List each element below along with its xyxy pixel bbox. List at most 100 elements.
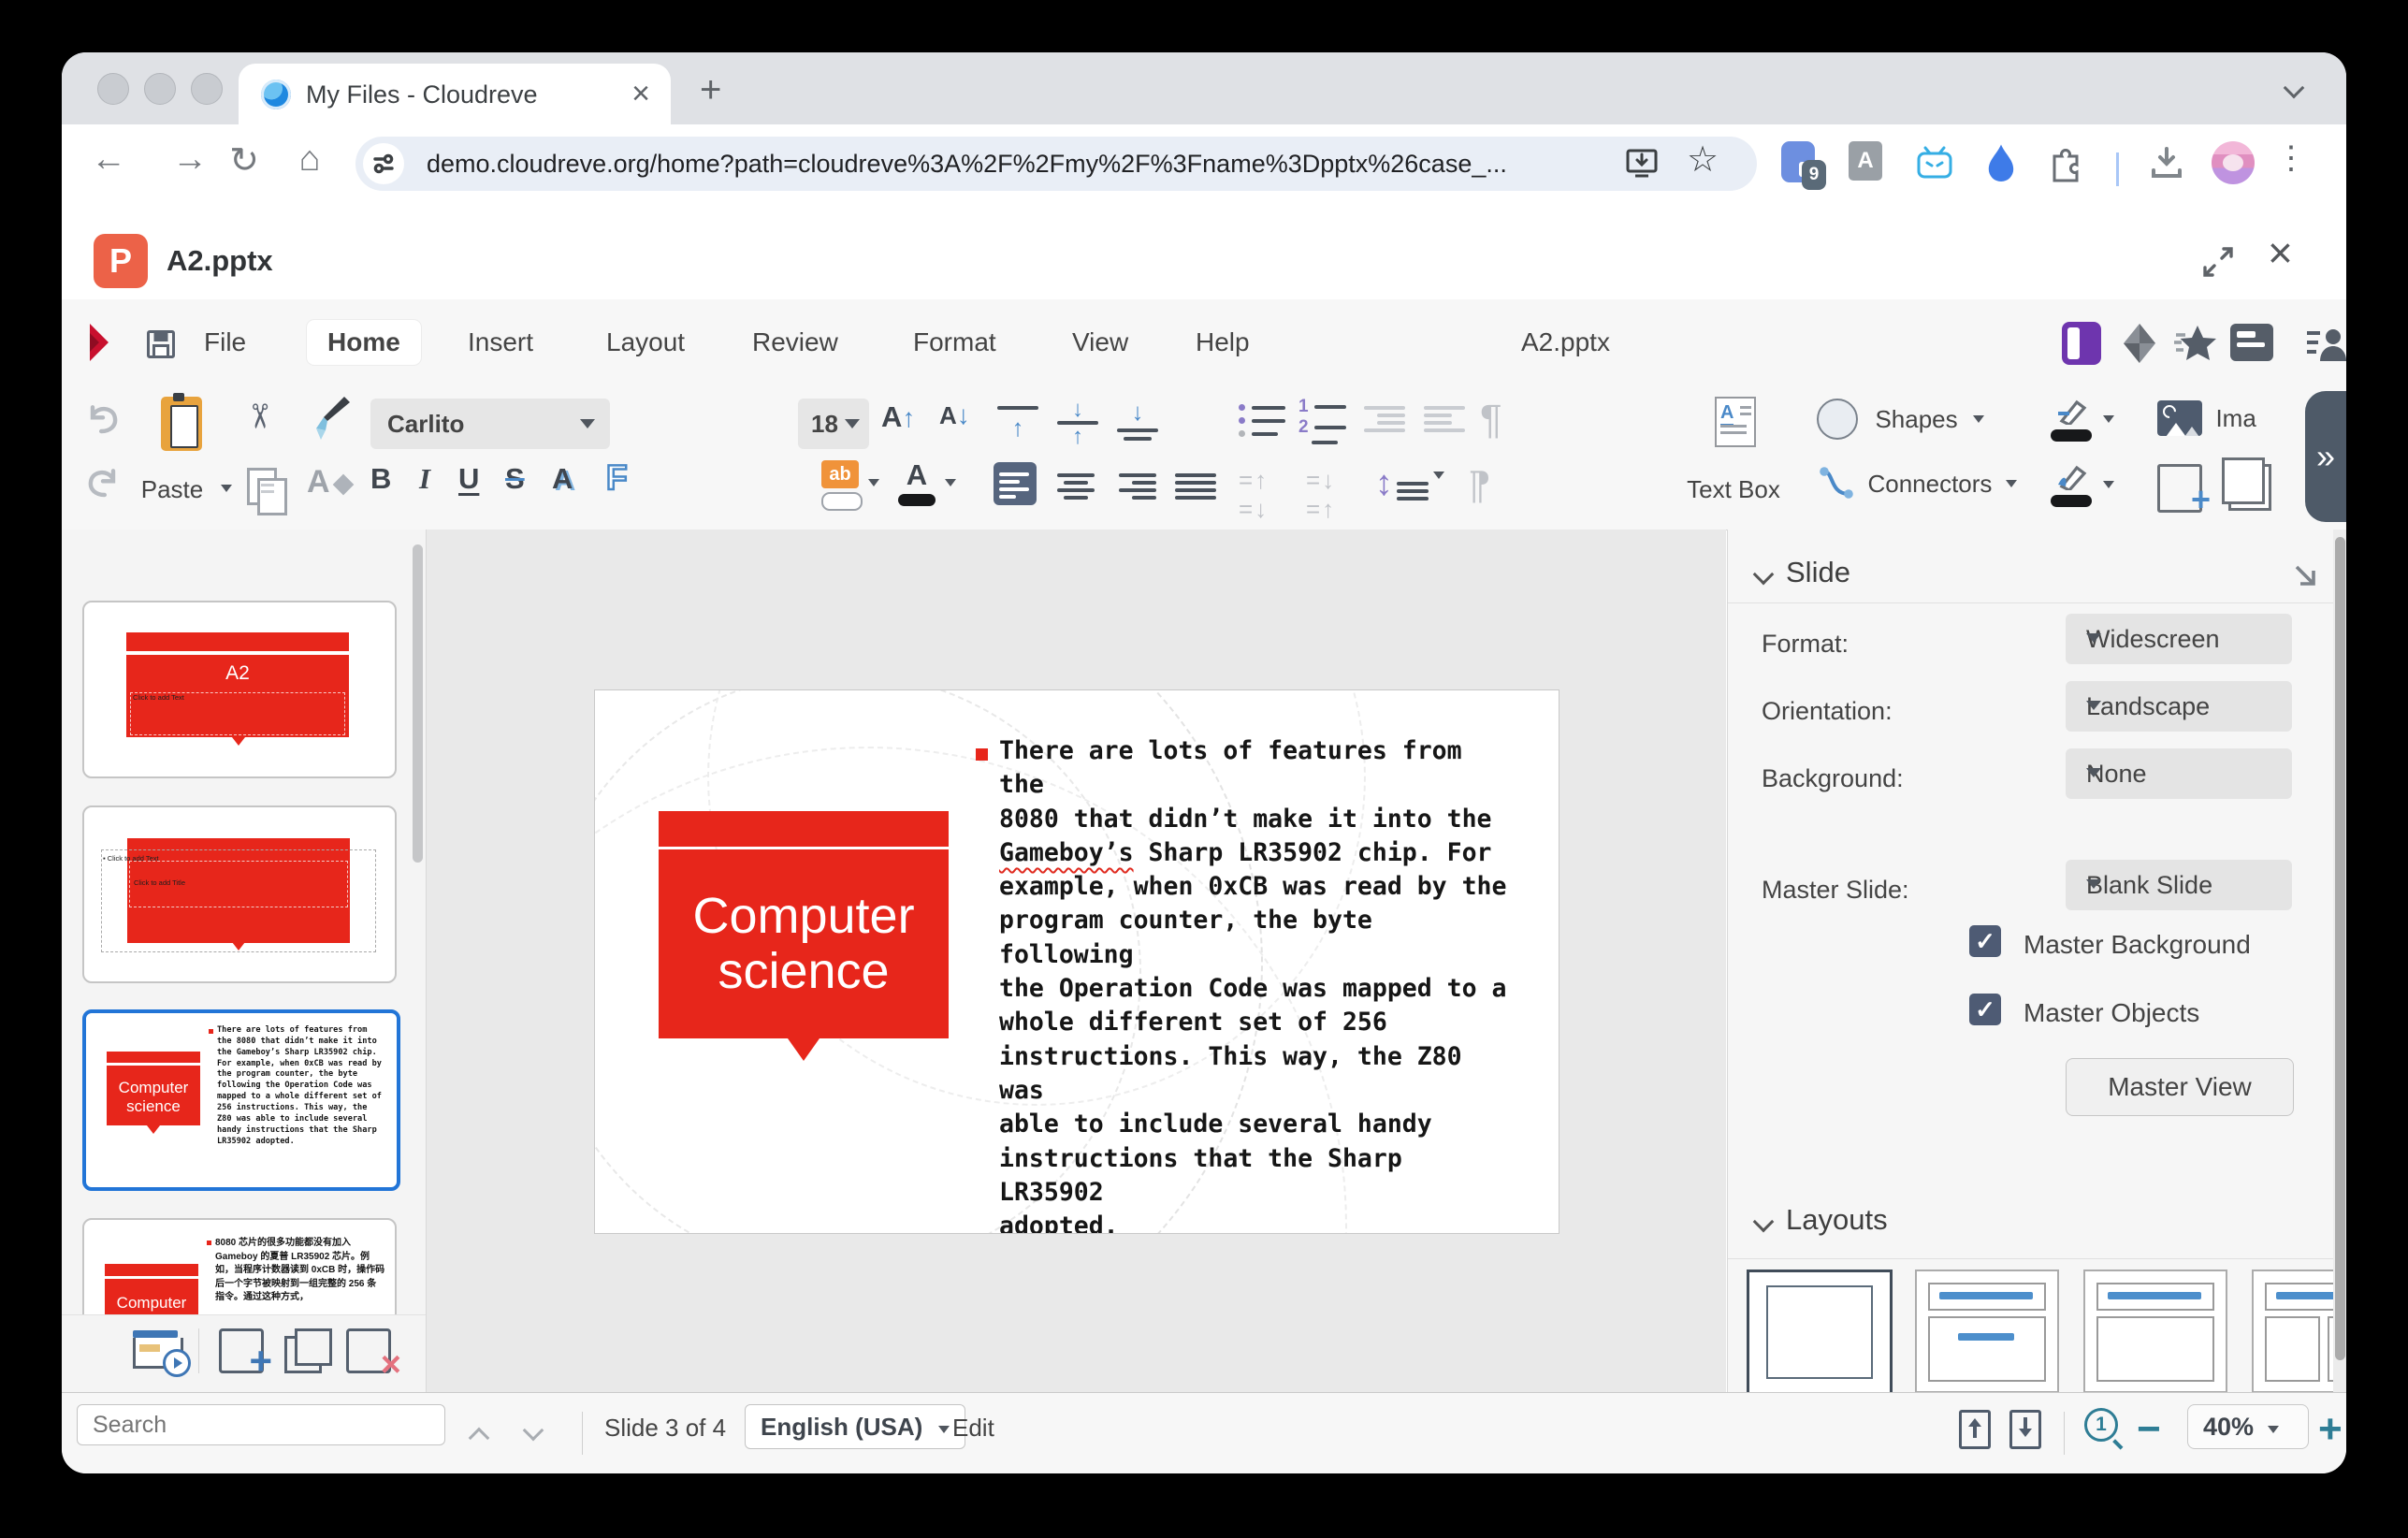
search-input[interactable] xyxy=(77,1404,445,1445)
increase-font-icon[interactable]: A↑ xyxy=(881,400,915,434)
sidebar-scrollbar[interactable] xyxy=(2333,530,2346,1392)
sidebar-expand-icon[interactable] xyxy=(2289,559,2321,596)
duplicate-slide-button[interactable] xyxy=(284,1336,322,1373)
browser-menu-icon[interactable]: ⋮ xyxy=(2268,139,2314,177)
extension-drop-icon[interactable] xyxy=(1984,143,2018,189)
undo-icon[interactable] xyxy=(82,400,123,446)
highlight-color-arrow[interactable] xyxy=(868,479,879,486)
favorites-star-icon[interactable] xyxy=(2174,322,2217,370)
add-slide-button[interactable]: + xyxy=(219,1328,264,1373)
clear-format-icon[interactable]: A xyxy=(307,464,351,501)
menu-review[interactable]: Review xyxy=(732,320,859,365)
menu-home[interactable]: Home xyxy=(307,320,421,365)
add-placeholder-icon[interactable]: + xyxy=(2157,464,2202,513)
strikethrough-icon[interactable]: S xyxy=(505,462,525,496)
user-chat-icon[interactable] xyxy=(2305,322,2346,370)
back-button[interactable]: ← xyxy=(85,139,132,180)
underline-icon[interactable]: U xyxy=(458,462,479,496)
slide-title-shape[interactable]: Computer science xyxy=(659,849,949,1038)
font-color-button[interactable]: A xyxy=(898,458,936,506)
highlight-color-button[interactable]: ab xyxy=(821,460,863,511)
viewer-close-icon[interactable]: × xyxy=(2268,227,2293,278)
shape-gem-icon[interactable] xyxy=(2120,322,2159,370)
layouts-section-chevron-icon[interactable] xyxy=(1753,1212,1775,1233)
extensions-puzzle-icon[interactable] xyxy=(2045,143,2086,189)
extension-bilibili-icon[interactable] xyxy=(1914,145,1955,187)
paste-button[interactable]: Paste xyxy=(123,393,236,522)
background-dropdown[interactable]: None xyxy=(2066,748,2292,799)
slide-thumbnail-4[interactable]: Computer 8080 芯片的很多功能都没有加入 Gameboy 的夏普 L… xyxy=(82,1218,397,1314)
slide-thumbnail-3-selected[interactable]: Computer science There are lots of featu… xyxy=(82,1009,400,1191)
slide-thumbnail-1[interactable]: A2 Click to add Text xyxy=(82,601,397,778)
fit-page-icon[interactable] xyxy=(1959,1410,1991,1449)
decrease-font-icon[interactable]: A↓ xyxy=(939,400,970,430)
slide-color-button[interactable] xyxy=(2051,397,2092,442)
feedback-card-icon[interactable] xyxy=(2230,324,2273,361)
shape-fill-button[interactable] xyxy=(2051,462,2092,507)
shapes-button[interactable]: Shapes xyxy=(1817,399,1984,440)
bullet-list-icon[interactable] xyxy=(1239,400,1285,443)
tab-close-icon[interactable]: × xyxy=(631,75,650,112)
mode-label[interactable]: Edit xyxy=(952,1414,994,1443)
zoom-level-select[interactable]: 40% xyxy=(2187,1404,2309,1449)
menu-format[interactable]: Format xyxy=(892,320,1017,365)
save-icon[interactable] xyxy=(144,327,178,366)
slides-stack-icon[interactable] xyxy=(2228,464,2271,511)
italic-icon[interactable]: I xyxy=(419,462,430,496)
font-name-select[interactable]: Carlito xyxy=(370,399,610,449)
find-next-icon[interactable] xyxy=(523,1420,544,1442)
install-app-icon[interactable] xyxy=(1622,145,1663,182)
traffic-zoom-button[interactable] xyxy=(191,73,223,105)
layout-blank[interactable] xyxy=(1747,1270,1893,1392)
connectors-button[interactable]: Connectors xyxy=(1817,464,2017,503)
traffic-minimize-button[interactable] xyxy=(144,73,176,105)
menu-view[interactable]: View xyxy=(1052,320,1149,365)
paragraph-settings-icon[interactable]: ¶ xyxy=(1469,462,1490,507)
bold-icon[interactable]: B xyxy=(370,462,391,496)
align-center-icon[interactable] xyxy=(1055,470,1096,503)
slide-canvas[interactable]: Computer science There are lots of featu… xyxy=(427,530,1726,1392)
master-slide-dropdown[interactable]: Blank Slide xyxy=(2066,860,2292,910)
profile-avatar[interactable] xyxy=(2212,141,2255,184)
find-previous-icon[interactable] xyxy=(469,1428,490,1449)
slide-thumbnail-2[interactable]: ▪ Click to add Text Click to add Title xyxy=(82,805,397,983)
slide-color-arrow[interactable] xyxy=(2103,415,2114,423)
delete-slide-button[interactable]: × xyxy=(346,1328,391,1373)
menu-layout[interactable]: Layout xyxy=(586,320,705,365)
toolbar-expand-button[interactable]: » xyxy=(2305,391,2346,522)
slide-body-text[interactable]: There are lots of features from the8080 … xyxy=(999,734,1519,1234)
theme-panel-icon[interactable] xyxy=(2062,322,2101,365)
tab-search-chevron-icon[interactable] xyxy=(2284,78,2305,99)
start-slideshow-button[interactable] xyxy=(133,1330,181,1370)
orientation-dropdown[interactable]: Landscape xyxy=(2066,681,2292,732)
extension-a-icon[interactable]: A xyxy=(1849,141,1882,181)
layout-title-only[interactable] xyxy=(2083,1270,2227,1392)
align-text-middle-icon[interactable]: ↓ ↑ xyxy=(1057,399,1098,449)
format-dropdown[interactable]: Widescreen xyxy=(2066,614,2292,664)
font-size-select[interactable]: 18 xyxy=(798,399,869,449)
bookmark-star-icon[interactable]: ☆ xyxy=(1682,138,1723,176)
move-down-icon[interactable]: =↓=↑ xyxy=(1306,466,1336,524)
justify-icon[interactable] xyxy=(1175,470,1216,503)
insert-image-button[interactable]: Ima xyxy=(2157,400,2256,436)
text-effects-icon[interactable]: A xyxy=(552,462,573,496)
format-painter-icon[interactable] xyxy=(311,395,354,448)
move-up-icon[interactable]: =↑=↓ xyxy=(1239,466,1269,524)
thumbnails-scrollbar[interactable] xyxy=(413,537,423,1304)
url-text[interactable]: demo.cloudreve.org/home?path=cloudreve%3… xyxy=(427,150,1507,179)
extension-phone-icon[interactable]: 9 xyxy=(1781,141,1815,182)
slide-title-band[interactable] xyxy=(659,811,949,847)
layout-title-content[interactable] xyxy=(1915,1270,2059,1392)
redo-icon[interactable] xyxy=(82,464,123,510)
new-tab-button[interactable]: + xyxy=(700,73,721,107)
site-settings-icon[interactable] xyxy=(363,143,404,184)
home-button[interactable]: ⌂ xyxy=(286,139,333,180)
language-select[interactable]: English (USA) xyxy=(745,1404,965,1449)
align-text-top-icon[interactable]: ↑ xyxy=(997,402,1038,442)
decrease-indent-icon[interactable] xyxy=(1424,402,1465,436)
master-view-button[interactable]: Master View xyxy=(2066,1058,2294,1116)
zoom-in-button[interactable]: + xyxy=(2318,1406,2343,1453)
text-box-button[interactable]: A Text Box xyxy=(1663,393,1804,522)
fit-width-icon[interactable] xyxy=(2009,1410,2041,1449)
menu-insert[interactable]: Insert xyxy=(447,320,554,365)
